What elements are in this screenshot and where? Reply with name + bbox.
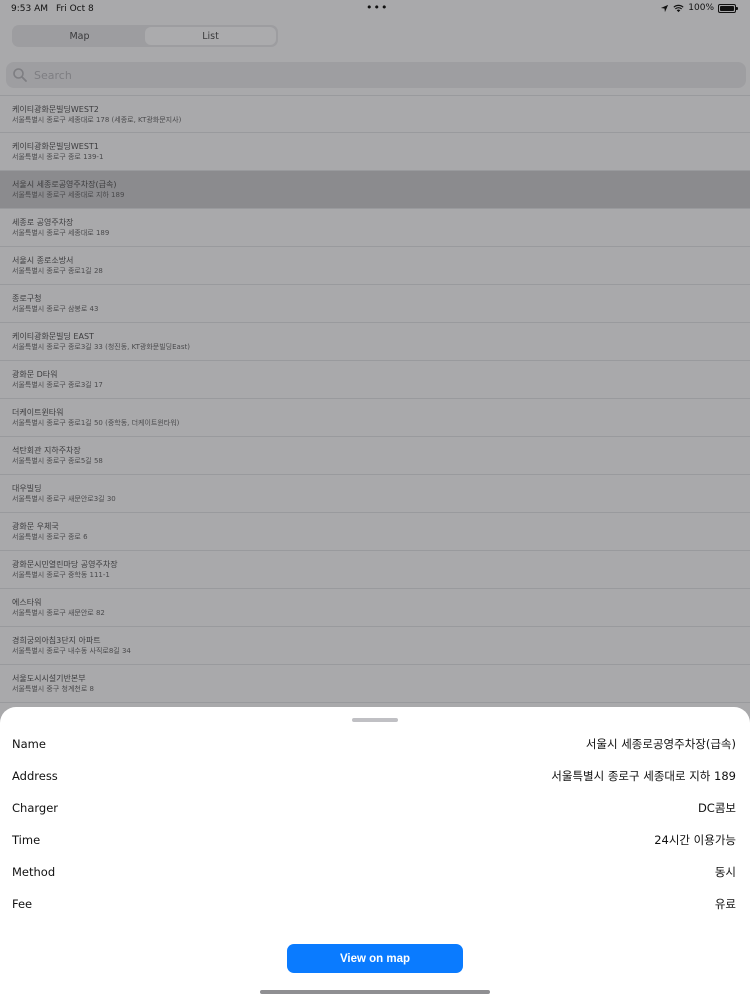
search-placeholder: Search (34, 68, 72, 82)
list-item-address: 서울특별시 중구 청계천로 8 (12, 685, 94, 693)
list-item[interactable]: 광화문 D타워서울특별시 종로구 종로3길 17 (0, 361, 750, 399)
view-on-map-button[interactable]: View on map (287, 944, 463, 973)
status-right: 100% (660, 3, 738, 13)
list-item[interactable]: 광화문시민열린마당 공영주차장서울특별시 종로구 중학동 111-1 (0, 551, 750, 589)
wifi-icon (673, 4, 684, 12)
list-item-address: 서울특별시 종로구 새문안로3길 30 (12, 495, 116, 503)
status-time: 9:53 AM (11, 4, 48, 14)
detail-row: Fee 유료 (0, 888, 750, 920)
list-item[interactable]: 대우빌딩서울특별시 종로구 새문안로3길 30 (0, 475, 750, 513)
detail-value: 동시 (714, 865, 736, 879)
detail-row: Name 서울시 세종로공영주차장(급속) (0, 728, 750, 760)
list-item-address: 서울특별시 종로구 중학동 111-1 (12, 571, 110, 579)
multitasking-dots-icon[interactable]: ••• (366, 1, 388, 14)
list-item-name: 대우빌딩 (12, 484, 42, 493)
search-icon (13, 68, 27, 82)
detail-value: 24시간 이용가능 (654, 833, 736, 847)
list-item-name: 경희궁의아침3단지 아파트 (12, 636, 101, 645)
list-item-address: 서울특별시 종로구 종로1길 28 (12, 267, 103, 275)
list-item-name: 광화문 D타워 (12, 370, 58, 379)
list-item-address: 서울특별시 종로구 내수동 사직로8길 34 (12, 647, 131, 655)
home-indicator (260, 990, 490, 994)
list-item[interactable]: 케이티광화문빌딩WEST1 서울특별시 종로구 종로 139-1 (0, 133, 750, 171)
list-item-name: 광화문시민열린마당 공영주차장 (12, 560, 118, 569)
list-item[interactable]: 경희궁의아침3단지 아파트서울특별시 종로구 내수동 사직로8길 34 (0, 627, 750, 665)
list-item-name: 케이티광화문빌딩WEST1 (12, 142, 99, 151)
map-list-segmented-control: Map List (12, 25, 278, 47)
list-item[interactable]: 서울시 종로소방서서울특별시 종로구 종로1길 28 (0, 247, 750, 285)
list-item[interactable]: 석탄회관 지하주차장서울특별시 종로구 종로5길 58 (0, 437, 750, 475)
list-item-address: 서울특별시 종로구 세종대로 189 (12, 229, 110, 237)
list-item-name: 케이티광화문빌딩WEST2 (12, 104, 99, 114)
list-item-name: 광화문 우체국 (12, 522, 59, 531)
detail-value: 유료 (714, 897, 736, 911)
detail-label: Fee (12, 897, 33, 911)
status-date: Fri Oct 8 (56, 4, 94, 14)
list-item-address: 서울특별시 종로구 종로5길 58 (12, 457, 103, 465)
list-item-name: 서울도시시설기반본부 (12, 674, 86, 683)
detail-row: Method 동시 (0, 856, 750, 888)
list-item[interactable]: 서울시 세종로공영주차장(급속) 서울특별시 종로구 세종대로 지하 189 (0, 171, 750, 209)
list-item-address: 서울특별시 종로구 세종대로 지하 189 (12, 191, 125, 199)
list-item-address: 서울특별시 종로구 삼봉로 43 (12, 305, 99, 313)
list-item-name: 에스타워 (12, 598, 42, 607)
detail-label: Method (12, 865, 56, 879)
list-item-address: 서울특별시 종로구 종로1길 50 (중학동, 더케이트윈타워) (12, 419, 180, 427)
search-input[interactable]: Search (6, 62, 746, 88)
battery-icon (718, 3, 738, 13)
status-bar: 9:53 AM Fri Oct 8 ••• 100% (0, 0, 750, 18)
list-item[interactable]: 종로구청서울특별시 종로구 삼봉로 43 (0, 285, 750, 323)
battery-percent: 100% (688, 3, 714, 13)
detail-sheet: Name 서울시 세종로공영주차장(급속) Address 서울특별시 종로구 세종대… (0, 707, 750, 1000)
list-item[interactable]: 케이티광화문빌딩 EAST 서울특별시 종로구 종로3길 33 (청진동, KT광… (0, 323, 750, 361)
list-item-name: 케이티광화문빌딩 EAST (12, 332, 94, 341)
list-item-address: 서울특별시 종로구 세종대로 178 (세종로, KT광화문지사) (12, 115, 182, 124)
list-item[interactable]: 세종로 공영주차장서울특별시 종로구 세종대로 189 (0, 209, 750, 247)
detail-value: DC콤보 (697, 801, 736, 815)
segment-map[interactable]: Map (14, 27, 145, 45)
list-item[interactable]: 광화문 우체국서울특별시 종로구 종로 6 (0, 513, 750, 551)
list-item[interactable]: 서울도시시설기반본부서울특별시 중구 청계천로 8 (0, 665, 750, 703)
list-item-address: 서울특별시 종로구 새문안로 82 (12, 609, 105, 617)
sheet-grabber[interactable] (352, 718, 398, 722)
list-item-name: 더케이트윈타워 (12, 408, 64, 417)
list-item[interactable]: 케이티광화문빌딩WEST2 서울특별시 종로구 세종대로 178 (세종로, KT… (0, 95, 750, 133)
list-item[interactable]: 에스타워서울특별시 종로구 새문안로 82 (0, 589, 750, 627)
list-item-name: 서울시 세종로공영주차장(급속) (12, 180, 117, 189)
detail-value: 서울특별시 종로구 세종대로 지하 189 (551, 769, 736, 783)
list-item-address: 서울특별시 종로구 종로3길 33 (청진동, KT광화문빌딩East) (12, 343, 190, 351)
list-item-name: 석탄회관 지하주차장 (12, 446, 81, 455)
list-item-address: 서울특별시 종로구 종로 139-1 (12, 153, 104, 161)
list-item-address: 서울특별시 종로구 종로 6 (12, 533, 88, 541)
detail-row: Charger DC콤보 (0, 792, 750, 824)
station-list: 케이티광화문빌딩WEST2 서울특별시 종로구 세종대로 178 (세종로, KT… (0, 95, 750, 703)
detail-label: Time (12, 833, 41, 847)
segment-list[interactable]: List (145, 27, 276, 45)
detail-label: Charger (12, 801, 58, 815)
list-item[interactable]: 더케이트윈타워서울특별시 종로구 종로1길 50 (중학동, 더케이트윈타워) (0, 399, 750, 437)
list-item-name: 세종로 공영주차장 (12, 218, 74, 227)
list-item-name: 서울시 종로소방서 (12, 256, 74, 265)
detail-value: 서울시 세종로공영주차장(급속) (585, 737, 736, 751)
list-item-name: 종로구청 (12, 294, 42, 303)
location-icon (661, 4, 669, 12)
detail-row: Time 24시간 이용가능 (0, 824, 750, 856)
detail-row: Address 서울특별시 종로구 세종대로 지하 189 (0, 760, 750, 792)
detail-label: Address (12, 769, 58, 783)
list-item-address: 서울특별시 종로구 종로3길 17 (12, 381, 103, 389)
detail-label: Name (12, 737, 46, 751)
